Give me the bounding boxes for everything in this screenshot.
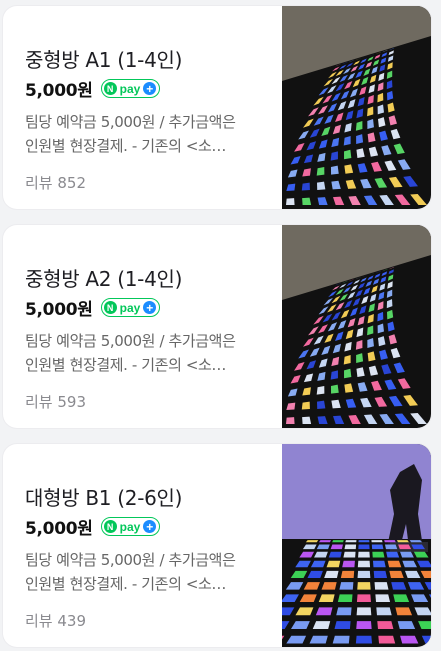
price-row: 5,000원 N pay + — [25, 76, 161, 101]
room-price: 5,000원 — [25, 519, 93, 539]
naver-pay-badge-icon: N pay + — [100, 79, 161, 98]
room-thumbnail[interactable] — [282, 225, 431, 428]
room-description: 팀당 예약금 5,000원 / 추가금액은 인원별 현장결제. - 기존의 <소… — [25, 332, 236, 374]
review-count[interactable]: 리뷰 852 — [25, 172, 86, 193]
room-card-b1[interactable]: 대형방 B1 (2-6인) 5,000원 N pay + 팀당 예약금 5,00… — [3, 444, 431, 647]
price-row: 5,000원 N pay + — [25, 295, 161, 320]
room-card-a2[interactable]: 중형방 A2 (1-4인) 5,000원 N pay + 팀당 예약금 5,00… — [3, 225, 431, 428]
room-title[interactable]: 중형방 A2 (1-4인) — [25, 263, 182, 292]
price-row: 5,000원 N pay + — [25, 514, 161, 539]
review-count[interactable]: 리뷰 439 — [25, 610, 86, 631]
naver-pay-badge-icon: N pay + — [100, 298, 161, 317]
room-title[interactable]: 대형방 B1 (2-6인) — [25, 482, 182, 511]
room-description: 팀당 예약금 5,000원 / 추가금액은 인원별 현장결제. - 기존의 <소… — [25, 551, 236, 593]
room-thumbnail[interactable] — [282, 6, 431, 209]
room-price: 5,000원 — [25, 81, 93, 101]
room-price: 5,000원 — [25, 300, 93, 320]
review-count[interactable]: 리뷰 593 — [25, 391, 86, 412]
room-card-a1[interactable]: 중형방 A1 (1-4인) 5,000원 N pay + 팀당 예약금 5,00… — [3, 6, 431, 209]
naver-pay-badge-icon: N pay + — [100, 517, 161, 536]
room-description: 팀당 예약금 5,000원 / 추가금액은 인원별 현장결제. - 기존의 <소… — [25, 113, 236, 155]
room-title[interactable]: 중형방 A1 (1-4인) — [25, 44, 182, 73]
room-thumbnail[interactable] — [282, 444, 431, 647]
